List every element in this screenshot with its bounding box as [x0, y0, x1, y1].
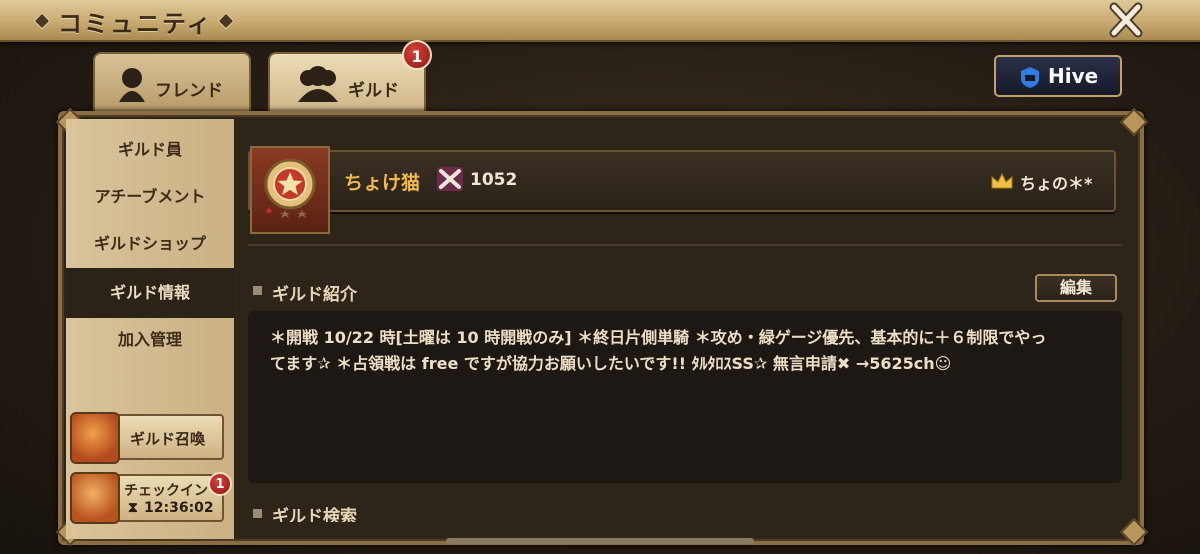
section-bullet-icon: [253, 286, 262, 295]
sidebar-item-achievements[interactable]: アチーブメント: [66, 174, 234, 220]
hive-button[interactable]: Hive: [994, 55, 1122, 97]
close-button[interactable]: [1104, 2, 1148, 38]
guild-points-icon: [437, 167, 463, 191]
guild-intro-text: ＊開戦 10/22 時[土曜は 10 時開戦のみ] ＊終日片側単騎 ＊攻め・緑ゲ…: [248, 311, 1122, 483]
hourglass-icon: ⧗: [128, 500, 138, 516]
friend-icon: [119, 68, 145, 102]
crown-icon: [991, 172, 1013, 189]
hive-icon: [1021, 67, 1039, 88]
guild-intro-line: ＊開戦 10/22 時[土曜は 10 時開戦のみ] ＊終日片側単騎 ＊攻め・緑ゲ…: [270, 328, 1047, 347]
guild-emblem-icon: [264, 158, 316, 218]
section-bullet-icon: [253, 509, 262, 518]
guild-icon: [298, 66, 338, 102]
guild-summon-label: ギルド召喚: [130, 430, 206, 448]
edit-button[interactable]: 編集: [1035, 274, 1117, 302]
tab-guild-label: ギルド: [348, 81, 399, 101]
checkin-timer: 12:36:02: [144, 500, 214, 516]
guild-intro-line: てます✰ ＊占領戦は free ですが協力お願いしたいです!! ﾀﾙﾀﾛｽSS✰…: [270, 354, 952, 373]
checkin-bag-icon: [70, 472, 120, 524]
tab-guild[interactable]: ギルド: [268, 52, 426, 114]
summon-scroll-icon: [70, 412, 120, 464]
guild-intro-heading: ギルド紹介: [272, 285, 357, 305]
sidebar-item-guild-shop[interactable]: ギルドショップ: [66, 221, 234, 267]
close-icon: [1109, 2, 1143, 38]
guild-emblem: [250, 146, 330, 234]
guild-summon-button[interactable]: ギルド召喚: [70, 412, 224, 464]
tab-friend[interactable]: フレンド: [93, 52, 251, 112]
checkin-label: チェックイン: [124, 483, 208, 499]
guild-name: ちょけ猫: [344, 172, 421, 194]
window-title: コミュニティ: [58, 10, 213, 38]
guild-master-name: ちょの＊*: [1020, 174, 1093, 193]
hive-label: Hive: [1048, 64, 1099, 88]
guild-score: 1052: [470, 170, 518, 190]
guild-search-heading: ギルド検索: [272, 507, 357, 522]
checkin-button[interactable]: チェックイン ⧗ 12:36:02: [70, 472, 224, 524]
tab-guild-badge: 1: [402, 40, 432, 70]
checkin-badge: 1: [208, 472, 232, 496]
sidebar-item-members[interactable]: ギルド員: [66, 127, 234, 173]
divider: [248, 244, 1122, 246]
sidebar-item-join-management[interactable]: 加入管理: [66, 317, 234, 363]
sidebar-item-guild-info[interactable]: ギルド情報: [66, 268, 234, 318]
tab-friend-label: フレンド: [155, 81, 223, 101]
scrollbar[interactable]: [446, 538, 754, 544]
